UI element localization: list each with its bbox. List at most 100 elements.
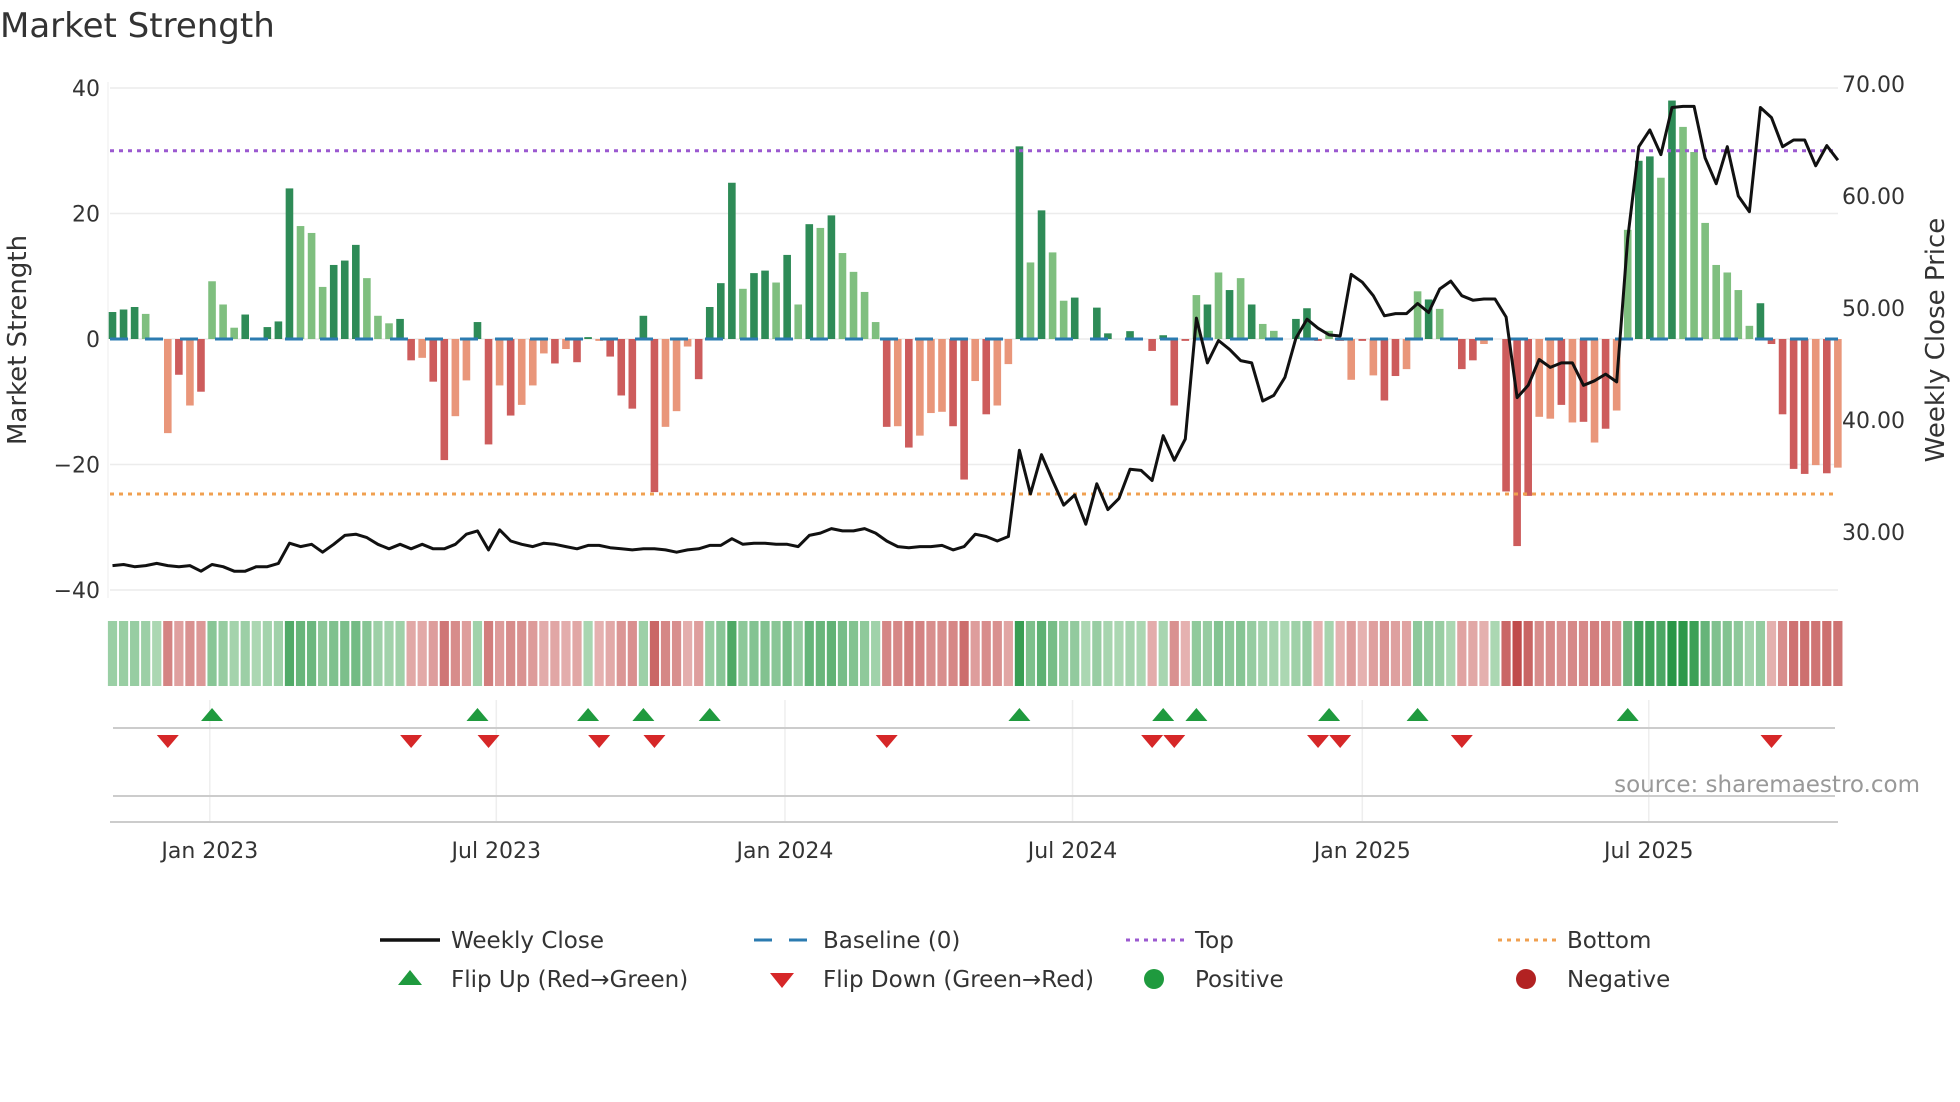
heat-strip-cell	[683, 621, 693, 686]
heat-strip-cell	[152, 621, 162, 686]
heat-strip-cell	[705, 621, 715, 686]
legend-label: Top	[1194, 928, 1234, 954]
heat-strip-cell	[539, 621, 549, 686]
heat-strip-cell	[1114, 621, 1124, 686]
strength-bar	[805, 224, 814, 339]
heat-strip-cell	[660, 621, 671, 686]
strength-bar	[385, 323, 393, 339]
heat-strip-cell	[771, 621, 781, 686]
strength-bar	[838, 253, 847, 339]
strength-bar	[1800, 339, 1809, 474]
strength-bar	[794, 304, 803, 339]
flip-up-marker	[1406, 708, 1429, 721]
heat-strip-cell	[793, 621, 803, 686]
heat-strip-cell	[1147, 621, 1157, 686]
source-label: source: sharemaestro.com	[1614, 772, 1920, 798]
heat-strip-cell	[716, 621, 726, 686]
heat-strip-cell	[804, 621, 814, 686]
heat-strip-cell	[1744, 621, 1754, 686]
heat-strip-cell	[1667, 621, 1677, 686]
strength-bar	[1701, 222, 1709, 339]
strength-bar	[584, 337, 592, 339]
strength-bar	[1834, 339, 1842, 468]
legend-item: Positive	[1144, 967, 1284, 993]
heat-strip-cell	[605, 621, 615, 686]
heat-strip-cell	[262, 621, 272, 686]
strength-bar	[761, 270, 769, 339]
y2-tick-label: 50.00	[1842, 297, 1905, 322]
heat-strip-cell	[218, 621, 228, 686]
strength-bar	[1823, 339, 1831, 474]
strength-bar	[440, 339, 449, 461]
strength-bar	[263, 327, 272, 339]
strength-bar	[971, 339, 979, 382]
strength-bar	[1469, 339, 1477, 361]
heat-strip-cell	[1700, 621, 1710, 686]
heat-strip-cell	[1567, 621, 1578, 686]
strength-bar	[938, 339, 946, 412]
strength-bar	[661, 339, 670, 427]
strength-bar	[241, 314, 250, 339]
strength-bar	[916, 339, 924, 436]
heat-strip-cell	[395, 621, 405, 686]
strength-bar	[1181, 339, 1190, 341]
flip-up-marker	[1185, 708, 1208, 721]
flip-down-marker	[400, 735, 423, 748]
heat-strip-cell	[1711, 621, 1721, 686]
flip-down-marker	[156, 735, 179, 748]
heat-strip-cell	[240, 621, 250, 686]
strength-bar	[905, 339, 913, 448]
heat-strip-cell	[893, 621, 903, 686]
heat-strip-cell	[1811, 621, 1821, 686]
strength-bar	[1524, 339, 1532, 496]
strength-bar	[285, 188, 294, 339]
heat-strip-cell	[594, 621, 604, 686]
strength-bar	[164, 339, 172, 434]
strength-bar	[1093, 307, 1101, 339]
heat-strip-cell	[1291, 621, 1301, 686]
heat-strip-cell	[1578, 621, 1589, 686]
flip-down-marker	[1760, 735, 1783, 748]
strength-bar	[1004, 339, 1013, 365]
heat-strip-cell	[417, 621, 427, 686]
heat-strip-cell	[1490, 621, 1500, 686]
heat-strip-cell	[141, 621, 151, 686]
strength-bar	[1811, 339, 1820, 466]
heat-strip-cell	[185, 621, 195, 686]
y-tick-label: 0	[86, 328, 100, 353]
heat-strip-cell	[1645, 621, 1655, 686]
heat-strip-cell	[738, 621, 748, 686]
heat-strip-cell	[450, 621, 460, 686]
heat-strip-cell	[1390, 621, 1401, 686]
heat-strip-cell	[1136, 621, 1146, 686]
market-strength-chart: 40 20 0 −20 −40 70.00 60.00 50.00 40.00 30.00 Mark…	[3, 73, 1951, 993]
strength-bar	[1148, 339, 1156, 351]
strength-bar	[562, 339, 570, 350]
strength-bar	[451, 339, 460, 417]
heat-strip-cell	[749, 621, 759, 686]
flip-down-marker	[875, 735, 898, 748]
heat-strip-cell	[1258, 621, 1268, 686]
heat-strip-cell	[506, 621, 516, 686]
x-tick-label: Jul 2025	[1602, 839, 1694, 864]
heat-strip-cell	[1401, 621, 1412, 686]
flip-up-marker	[698, 708, 721, 721]
strength-bar	[573, 339, 581, 363]
strength-bar	[717, 283, 725, 339]
x-tick-label: Jan 2024	[734, 839, 833, 864]
heat-strip-cell	[550, 621, 560, 686]
heat-strip-cell	[1014, 621, 1025, 686]
strength-bar	[871, 322, 880, 339]
heat-strip-cell	[340, 621, 350, 686]
heat-strip-cell	[1269, 621, 1279, 686]
heat-strip-cell	[1545, 621, 1555, 686]
flip-up-marker	[1152, 708, 1175, 721]
strength-bar	[551, 339, 559, 364]
strength-bar	[528, 339, 537, 386]
heat-strip-cell	[959, 621, 969, 686]
heat-strip-cell	[1534, 621, 1544, 686]
heat-strip-cell	[1446, 621, 1456, 686]
strength-bar	[1789, 339, 1798, 469]
heat-strip-cell	[1424, 621, 1434, 686]
legend-item: Flip Up (Red→Green)	[398, 967, 688, 993]
